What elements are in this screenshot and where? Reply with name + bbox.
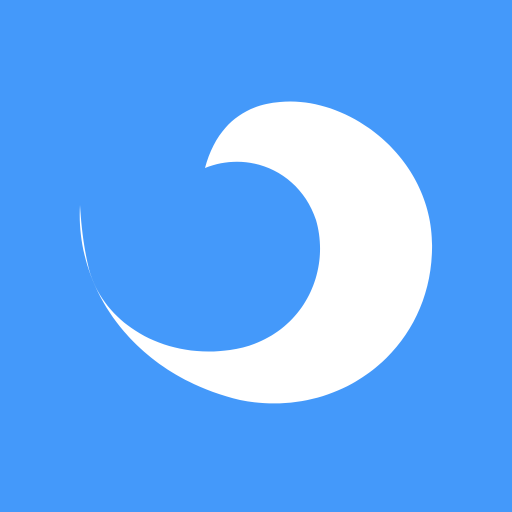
crescent-swirl-logo-icon (0, 0, 512, 512)
icon-background (0, 0, 512, 512)
app-icon (0, 0, 512, 512)
